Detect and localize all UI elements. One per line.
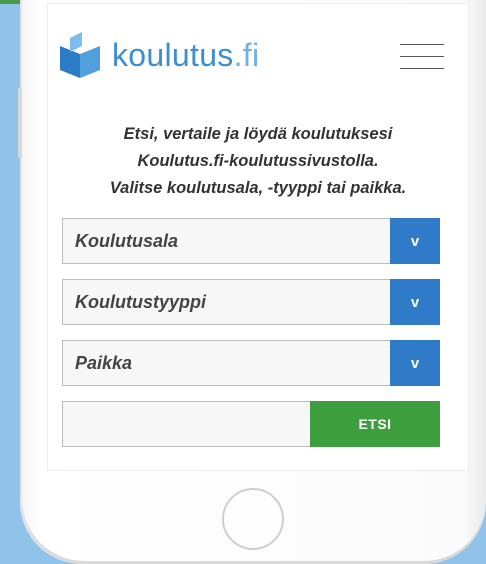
- search-button[interactable]: ETSI: [310, 401, 440, 447]
- menu-line-middle: [400, 56, 444, 57]
- search-input[interactable]: [62, 401, 310, 447]
- intro-text: Etsi, vertaile ja löydä koulutuksesi Kou…: [48, 121, 468, 202]
- phone-side-button: [18, 88, 22, 158]
- logo-name: koulutus: [112, 37, 234, 73]
- type-select-value[interactable]: Koulutustyyppi: [62, 279, 390, 325]
- place-select[interactable]: Paikka v: [62, 340, 440, 386]
- menu-line-top: [400, 44, 444, 45]
- search-bar: ETSI: [62, 401, 440, 447]
- site-logo[interactable]: koulutus.fi: [60, 31, 259, 79]
- chevron-down-icon[interactable]: v: [390, 218, 440, 264]
- chevron-down-icon[interactable]: v: [390, 279, 440, 325]
- intro-line-3: Valitse koulutusala, -tyyppi tai paikka.: [109, 179, 407, 197]
- chevron-down-icon[interactable]: v: [390, 340, 440, 386]
- type-select[interactable]: Koulutustyyppi v: [62, 279, 440, 325]
- field-select[interactable]: Koulutusala v: [62, 218, 440, 264]
- phone-home-button[interactable]: [222, 488, 284, 550]
- intro-line-1: Etsi, vertaile ja löydä koulutuksesi: [123, 125, 393, 143]
- intro-line-2: Koulutus.fi-koulutussivustolla.: [137, 152, 379, 170]
- phone-screen: koulutus.fi Etsi, vertaile ja löydä koul…: [48, 4, 468, 470]
- logo-wordmark: koulutus.fi: [112, 39, 259, 71]
- place-select-value[interactable]: Paikka: [62, 340, 390, 386]
- field-select-value[interactable]: Koulutusala: [62, 218, 390, 264]
- book-logo-icon: [60, 32, 100, 78]
- hamburger-menu-icon[interactable]: [400, 44, 444, 70]
- menu-line-bottom: [400, 68, 444, 69]
- logo-suffix: .fi: [233, 37, 260, 73]
